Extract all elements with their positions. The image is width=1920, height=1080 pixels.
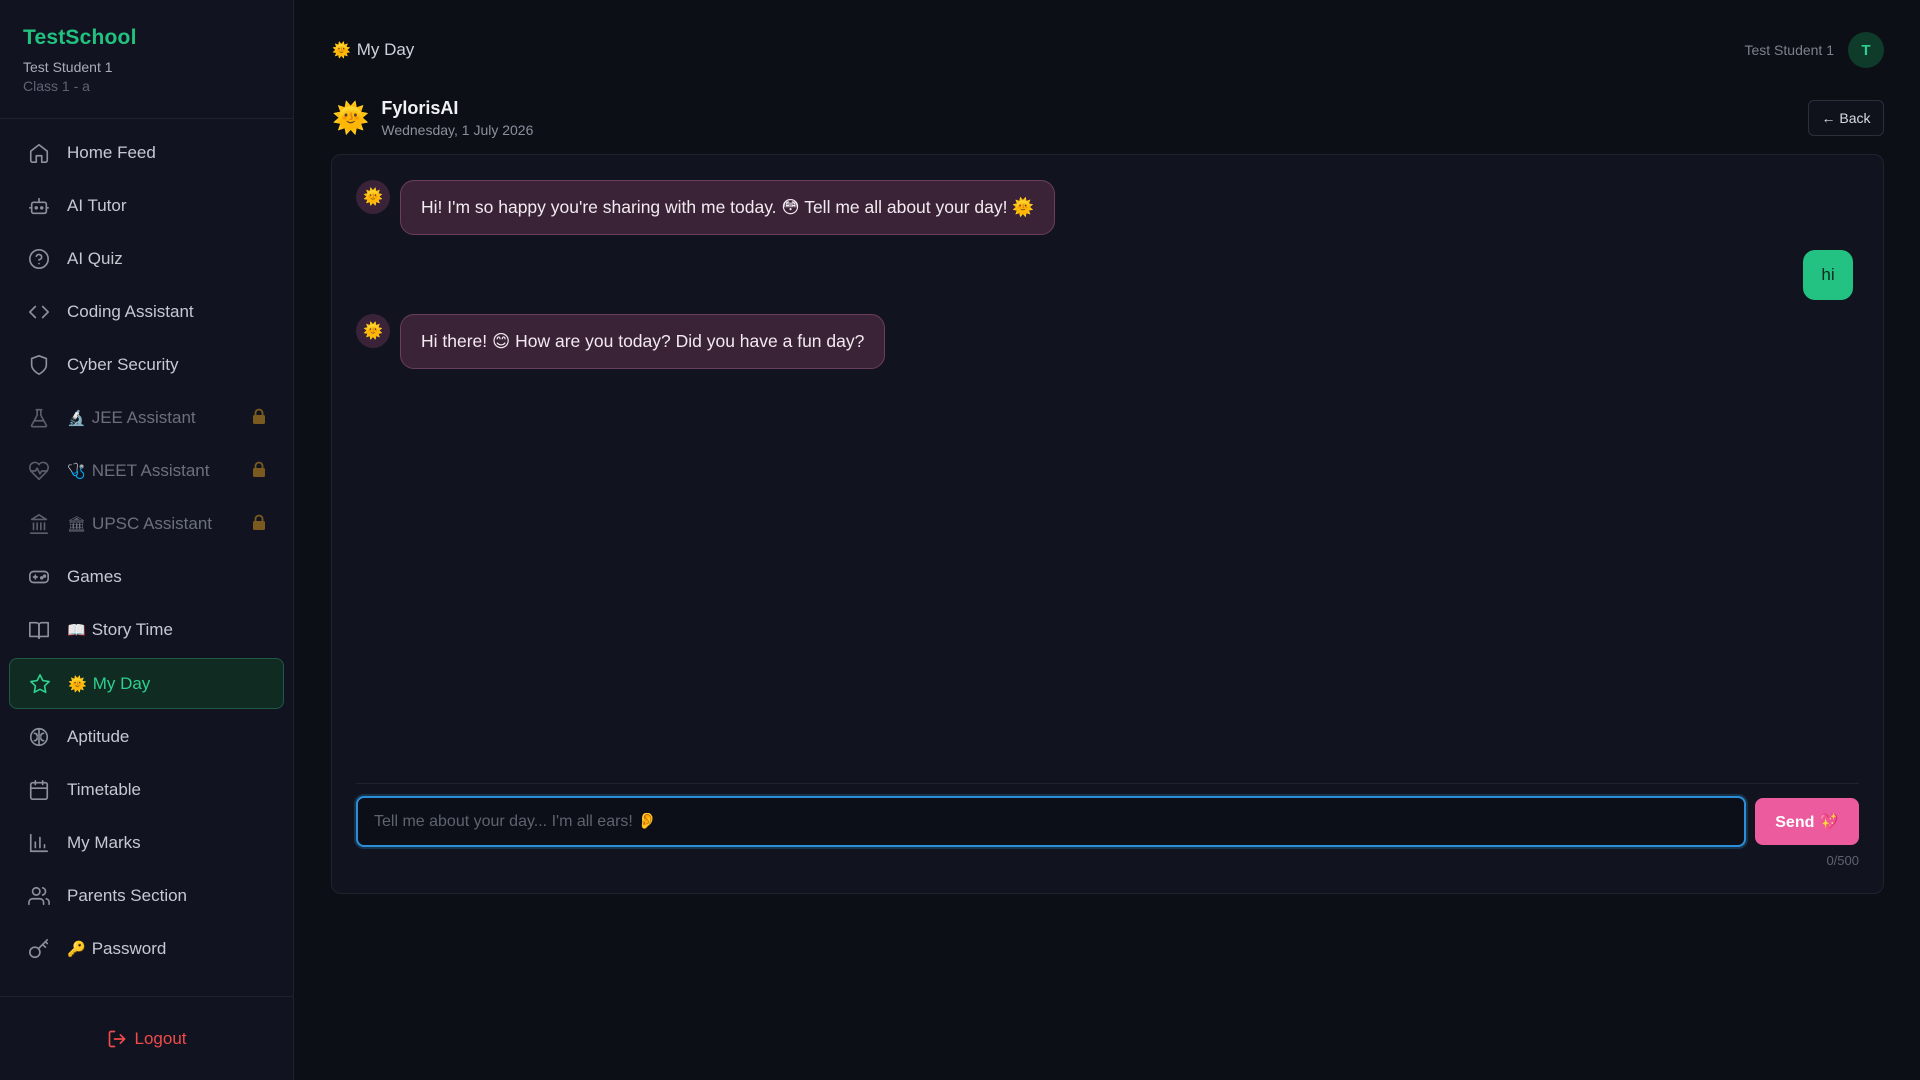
sidebar-item-label: Password xyxy=(91,939,167,958)
sidebar-item-my-marks[interactable]: My Marks xyxy=(9,818,284,868)
sidebar-item-parents-section[interactable]: Parents Section xyxy=(9,871,284,921)
user-menu[interactable]: Test Student 1 T xyxy=(1744,32,1884,68)
flask-icon xyxy=(27,406,51,430)
nav-emoji-icon: 📖 xyxy=(67,622,86,639)
book-icon xyxy=(27,618,51,642)
avatar[interactable]: T xyxy=(1848,32,1884,68)
sidebar-item-upsc-assistant[interactable]: 🏛 UPSC Assistant xyxy=(9,499,284,549)
sun-icon: 🌞 xyxy=(332,101,370,135)
calendar-icon xyxy=(27,778,51,802)
bot-avatar-icon: 🌞 xyxy=(356,314,390,348)
bot-name: FylorisAI xyxy=(381,98,459,118)
brand-name: TestSchool xyxy=(23,26,137,49)
bot-avatar-icon: 🌞 xyxy=(356,180,390,214)
user-message-bubble: hi xyxy=(1803,250,1853,300)
sidebar-item-label: Parents Section xyxy=(67,886,188,905)
sidebar-item-label: My Marks xyxy=(67,833,141,852)
sidebar-item-password[interactable]: 🔑 Password xyxy=(9,924,284,974)
char-counter: 0/500 xyxy=(1826,853,1859,868)
chat-date: Wednesday, 1 July 2026 xyxy=(381,122,534,138)
sidebar-item-home-feed[interactable]: Home Feed xyxy=(9,128,284,178)
sidebar-item-aptitude[interactable]: Aptitude xyxy=(9,712,284,762)
nav-emoji-icon: 🔑 xyxy=(67,941,86,958)
user-name: Test Student 1 xyxy=(1744,42,1834,58)
brand-user: Test Student 1 xyxy=(23,59,113,75)
help-circle-icon xyxy=(27,247,51,271)
brain-icon xyxy=(27,725,51,749)
nav-emoji-icon: 🏛 xyxy=(67,516,87,533)
heart-pulse-icon xyxy=(27,459,51,483)
sidebar: TestSchool Test Student 1 Class 1 - a Ho… xyxy=(0,0,294,1080)
sidebar-item-label: NEET Assistant xyxy=(91,461,210,480)
code-icon xyxy=(27,300,51,324)
sidebar-item-story-time[interactable]: 📖 Story Time xyxy=(9,605,284,655)
sidebar-item-label: UPSC Assistant xyxy=(92,514,213,533)
bot-message-bubble: Hi! I'm so happy you're sharing with me … xyxy=(400,180,1056,235)
sidebar-item-timetable[interactable]: Timetable xyxy=(9,765,284,815)
page-title: 🌞 My Day xyxy=(332,40,414,60)
sidebar-item-label: Cyber Security xyxy=(67,355,179,374)
bot-icon xyxy=(27,194,51,218)
sidebar-item-label: Aptitude xyxy=(67,727,130,746)
sidebar-item-label: AI Quiz xyxy=(67,249,123,268)
sidebar-item-coding-assistant[interactable]: Coding Assistant xyxy=(9,287,284,337)
logout-label: Logout xyxy=(134,1028,187,1048)
nav-emoji-icon: 🔬 xyxy=(67,410,86,427)
message-input-box[interactable] xyxy=(356,796,1746,847)
lock-icon xyxy=(253,461,265,477)
brand-class: Class 1 - a xyxy=(23,78,90,94)
sidebar-item-label: Timetable xyxy=(67,780,142,799)
page-title-label: My Day xyxy=(356,40,415,59)
sidebar-item-ai-quiz[interactable]: AI Quiz xyxy=(9,234,284,284)
chat-header: 🌞 FylorisAI Wednesday, 1 July 2026 xyxy=(332,98,533,138)
sidebar-item-label: Coding Assistant xyxy=(67,302,194,321)
sidebar-nav: Home Feed AI Tutor AI Quiz Coding Assistant… xyxy=(0,119,293,996)
sidebar-item-cyber-security[interactable]: Cyber Security xyxy=(9,340,284,390)
divider xyxy=(356,783,1859,784)
bar-chart-icon xyxy=(27,831,51,855)
sidebar-item-my-day[interactable]: 🌞 My Day xyxy=(9,658,284,709)
nav-emoji-icon: 🩺 xyxy=(67,463,86,480)
star-icon xyxy=(28,672,52,696)
log-out-icon xyxy=(108,1030,125,1047)
bot-message-bubble: Hi there! 😊 How are you today? Did you h… xyxy=(400,314,886,369)
sidebar-item-games[interactable]: Games xyxy=(9,552,284,602)
shield-icon xyxy=(27,353,51,377)
bot-message: 🌞 Hi! I'm so happy you're sharing with m… xyxy=(356,180,1056,235)
lock-icon xyxy=(253,514,265,530)
key-icon xyxy=(27,937,51,961)
landmark-icon xyxy=(27,512,51,536)
bot-message: 🌞 Hi there! 😊 How are you today? Did you… xyxy=(356,314,886,369)
sidebar-item-label: Story Time xyxy=(91,620,173,639)
sidebar-item-jee-assistant[interactable]: 🔬 JEE Assistant xyxy=(9,393,284,443)
sidebar-item-ai-tutor[interactable]: AI Tutor xyxy=(9,181,284,231)
brand: TestSchool Test Student 1 Class 1 - a xyxy=(0,0,293,119)
logout-button[interactable]: Logout xyxy=(0,996,293,1080)
send-button[interactable]: Send 💖 xyxy=(1755,798,1859,845)
sidebar-item-neet-assistant[interactable]: 🩺 NEET Assistant xyxy=(9,446,284,496)
nav-emoji-icon: 🌞 xyxy=(68,675,87,693)
home-icon xyxy=(27,141,51,165)
sidebar-item-label: JEE Assistant xyxy=(91,408,196,427)
sidebar-item-label: Home Feed xyxy=(67,143,156,162)
users-icon xyxy=(27,884,51,908)
sun-emoji-icon: 🌞 xyxy=(332,42,351,59)
back-button[interactable]: ← Back xyxy=(1808,100,1884,136)
sidebar-item-label: AI Tutor xyxy=(67,196,127,215)
sidebar-item-label: My Day xyxy=(92,673,151,693)
chat-panel: 🌞 Hi! I'm so happy you're sharing with m… xyxy=(331,154,1884,894)
message-input[interactable] xyxy=(374,812,1728,831)
sidebar-item-label: Games xyxy=(67,567,122,586)
lock-icon xyxy=(253,408,265,424)
gamepad-icon xyxy=(27,565,51,589)
